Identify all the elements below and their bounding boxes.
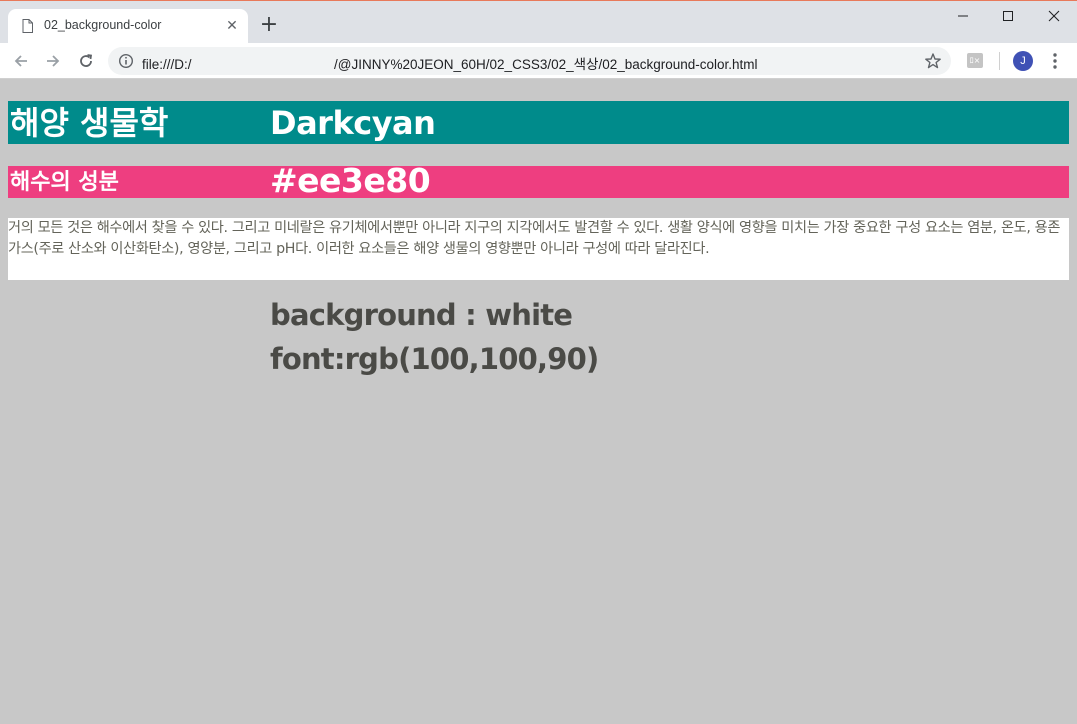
page-viewport: 해양 생물학 Darkcyan 해수의 성분 #ee3e80 거의 모든 것은 … bbox=[0, 79, 1077, 724]
forward-button[interactable] bbox=[42, 50, 64, 72]
more-menu-icon[interactable] bbox=[1048, 51, 1062, 71]
forward-arrow-icon bbox=[47, 55, 60, 67]
new-tab-button[interactable]: + bbox=[258, 14, 280, 36]
reload-button[interactable] bbox=[75, 50, 97, 72]
address-bar[interactable]: file:///D:/ /@JINNY%20JEON_60H/02_CSS3/0… bbox=[108, 47, 951, 75]
tab-title: 02_background-color bbox=[44, 18, 162, 32]
reload-icon bbox=[80, 54, 93, 67]
back-arrow-icon bbox=[14, 55, 27, 67]
info-icon[interactable] bbox=[118, 53, 134, 69]
back-button[interactable] bbox=[10, 50, 32, 72]
tab-close-icon[interactable]: ✕ bbox=[224, 18, 240, 34]
heading-1: 해양 생물학 bbox=[10, 104, 169, 142]
close-window-button[interactable] bbox=[1031, 1, 1077, 31]
heading-1-bar: 해양 생물학 Darkcyan bbox=[8, 101, 1069, 144]
browser-tab[interactable]: 02_background-color ✕ bbox=[8, 9, 248, 44]
close-icon bbox=[1048, 10, 1060, 22]
heading-2-color-note: #ee3e80 bbox=[270, 161, 431, 200]
minimize-icon bbox=[958, 15, 968, 17]
page-icon bbox=[22, 19, 33, 33]
maximize-button[interactable] bbox=[985, 1, 1031, 31]
browser-toolbar: file:///D:/ /@JINNY%20JEON_60H/02_CSS3/0… bbox=[0, 43, 1077, 79]
toolbar-divider bbox=[999, 52, 1000, 70]
maximize-icon bbox=[1003, 11, 1013, 21]
body-paragraph: 거의 모든 것은 해수에서 찾을 수 있다. 그리고 미네랄은 유기체에서뿐만 … bbox=[8, 218, 1069, 280]
minimize-button[interactable] bbox=[940, 1, 986, 31]
heading-1-color-note: Darkcyan bbox=[270, 104, 436, 142]
style-note: background : white font:rgb(100,100,90) bbox=[270, 293, 599, 381]
browser-window: 02_background-color ✕ + file:///D:/ /@JI… bbox=[0, 0, 1077, 724]
heading-2: 해수의 성분 bbox=[10, 170, 119, 195]
profile-avatar[interactable]: J bbox=[1013, 51, 1033, 71]
tab-strip: 02_background-color ✕ + bbox=[0, 0, 1077, 44]
url-text[interactable]: file:///D:/ /@JINNY%20JEON_60H/02_CSS3/0… bbox=[142, 53, 758, 73]
style-note-line-2: font:rgb(100,100,90) bbox=[270, 342, 599, 376]
heading-2-bar: 해수의 성분 #ee3e80 bbox=[8, 161, 1069, 200]
extension-icon[interactable]: ﾛ× bbox=[967, 53, 983, 68]
bookmark-star-icon[interactable] bbox=[924, 52, 942, 70]
style-note-line-1: background : white bbox=[270, 298, 573, 332]
